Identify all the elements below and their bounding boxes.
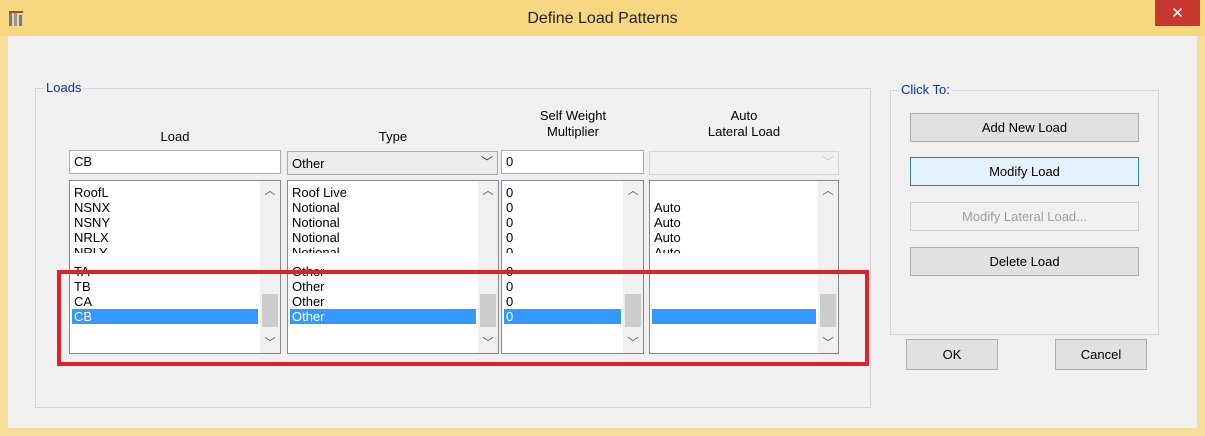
scrollbar-thumb[interactable] bbox=[625, 294, 641, 327]
list-item[interactable]: NSNY bbox=[74, 215, 258, 230]
chevron-down-icon: ﹀ bbox=[821, 155, 834, 169]
chevron-up-icon[interactable]: ︿ bbox=[260, 181, 280, 201]
list-item[interactable]: 0 bbox=[506, 200, 621, 215]
load-type-select[interactable]: Other ﹀ bbox=[287, 151, 498, 175]
list-item[interactable] bbox=[654, 294, 816, 309]
delete-load-button[interactable]: Delete Load bbox=[910, 247, 1139, 276]
window-title: Define Load Patterns bbox=[527, 10, 678, 27]
multiplier-list-scrollbar[interactable]: ︿ ﹀ bbox=[623, 181, 643, 353]
modify-load-button[interactable]: Modify Load bbox=[910, 157, 1139, 186]
header-type: Type bbox=[378, 129, 408, 144]
list-item[interactable]: NSNX bbox=[74, 200, 258, 215]
title-bar[interactable]: Define Load Patterns ✕ bbox=[0, 0, 1205, 36]
list-item[interactable]: 0 bbox=[506, 185, 621, 200]
scrollbar-thumb[interactable] bbox=[820, 294, 836, 327]
list-item[interactable]: 0 bbox=[506, 264, 621, 279]
chevron-down-icon[interactable]: ﹀ bbox=[818, 333, 838, 353]
list-item[interactable]: NRLX bbox=[74, 230, 258, 245]
chevron-up-icon[interactable]: ︿ bbox=[623, 181, 643, 201]
modify-lateral-load-button: Modify Lateral Load... bbox=[910, 202, 1139, 231]
header-load: Load bbox=[160, 129, 190, 144]
list-gap bbox=[654, 253, 816, 264]
list-item[interactable]: Auto bbox=[654, 230, 816, 245]
list-item[interactable]: Auto bbox=[654, 200, 816, 215]
list-item[interactable]: RoofL bbox=[74, 185, 258, 200]
header-auto-line1: Auto bbox=[730, 108, 758, 123]
click-to-group-caption: Click To: bbox=[899, 82, 952, 97]
list-item[interactable]: 0 bbox=[506, 279, 621, 294]
list-item-selected[interactable] bbox=[652, 309, 816, 324]
list-item[interactable]: Roof Live bbox=[292, 185, 476, 200]
cancel-button[interactable]: Cancel bbox=[1055, 339, 1147, 370]
list-item[interactable]: 0 bbox=[506, 215, 621, 230]
multiplier-list[interactable]: 0 0 0 0 0 0 0 0 0 ︿ ﹀ bbox=[501, 180, 644, 354]
list-item[interactable]: 0 bbox=[506, 245, 621, 253]
load-name-list[interactable]: RoofL NSNX NSNY NRLX NRLY TA TB CA CB ︿ … bbox=[69, 180, 281, 354]
load-list-scrollbar[interactable]: ︿ ﹀ bbox=[260, 181, 280, 353]
header-auto-line2: Lateral Load bbox=[707, 124, 781, 139]
dialog-window: Define Load Patterns ✕ Loads Load Type S… bbox=[0, 0, 1205, 436]
list-item[interactable]: TB bbox=[74, 279, 258, 294]
chevron-up-icon[interactable]: ︿ bbox=[818, 181, 838, 201]
chevron-down-icon[interactable]: ﹀ bbox=[478, 333, 498, 353]
list-item[interactable]: CA bbox=[74, 294, 258, 309]
list-item[interactable] bbox=[654, 185, 816, 200]
auto-lateral-load-list[interactable]: Auto Auto Auto Auto ︿ ﹀ bbox=[649, 180, 839, 354]
list-item[interactable]: Notional bbox=[292, 200, 476, 215]
list-item[interactable]: Auto bbox=[654, 245, 816, 253]
list-item[interactable] bbox=[654, 279, 816, 294]
header-self-weight-line2: Multiplier bbox=[546, 124, 599, 139]
header-self-weight-line1: Self Weight bbox=[539, 108, 607, 123]
load-type-list[interactable]: Roof Live Notional Notional Notional Not… bbox=[287, 180, 499, 354]
list-item-selected[interactable]: CB bbox=[72, 309, 258, 324]
scrollbar-thumb[interactable] bbox=[480, 294, 496, 327]
chevron-down-icon[interactable]: ﹀ bbox=[481, 154, 493, 170]
auto-lateral-load-select: ﹀ bbox=[649, 151, 839, 175]
list-item[interactable] bbox=[654, 264, 816, 279]
auto-list-scrollbar[interactable]: ︿ ﹀ bbox=[818, 181, 838, 353]
list-item-selected[interactable]: 0 bbox=[504, 309, 621, 324]
ok-button[interactable]: OK bbox=[906, 339, 998, 370]
list-item[interactable]: Other bbox=[292, 294, 476, 309]
chevron-up-icon[interactable]: ︿ bbox=[478, 181, 498, 201]
list-gap bbox=[506, 253, 621, 264]
add-new-load-button[interactable]: Add New Load bbox=[910, 113, 1139, 142]
list-item[interactable]: 0 bbox=[506, 230, 621, 245]
list-item[interactable]: TA bbox=[74, 264, 258, 279]
load-type-value: Other bbox=[292, 156, 325, 171]
list-item[interactable]: 0 bbox=[506, 294, 621, 309]
list-gap bbox=[74, 253, 258, 264]
load-name-input[interactable]: CB bbox=[69, 150, 281, 174]
dialog-client: Loads Load Type Self Weight Multiplier A… bbox=[8, 36, 1197, 428]
list-item[interactable]: NRLY bbox=[74, 245, 258, 253]
type-list-scrollbar[interactable]: ︿ ﹀ bbox=[478, 181, 498, 353]
list-item[interactable]: Auto bbox=[654, 215, 816, 230]
chevron-down-icon[interactable]: ﹀ bbox=[260, 333, 280, 353]
chevron-down-icon[interactable]: ﹀ bbox=[623, 333, 643, 353]
list-gap bbox=[292, 253, 476, 264]
scrollbar-thumb[interactable] bbox=[262, 294, 278, 327]
self-weight-multiplier-input[interactable]: 0 bbox=[501, 150, 644, 174]
list-item[interactable]: Notional bbox=[292, 215, 476, 230]
list-item[interactable]: Other bbox=[292, 264, 476, 279]
list-item[interactable]: Notional bbox=[292, 230, 476, 245]
close-button[interactable]: ✕ bbox=[1155, 0, 1200, 26]
close-icon: ✕ bbox=[1171, 4, 1184, 22]
loads-group-caption: Loads bbox=[44, 80, 84, 95]
list-item-selected[interactable]: Other bbox=[290, 309, 476, 324]
list-item[interactable]: Other bbox=[292, 279, 476, 294]
list-item[interactable]: Notional bbox=[292, 245, 476, 253]
